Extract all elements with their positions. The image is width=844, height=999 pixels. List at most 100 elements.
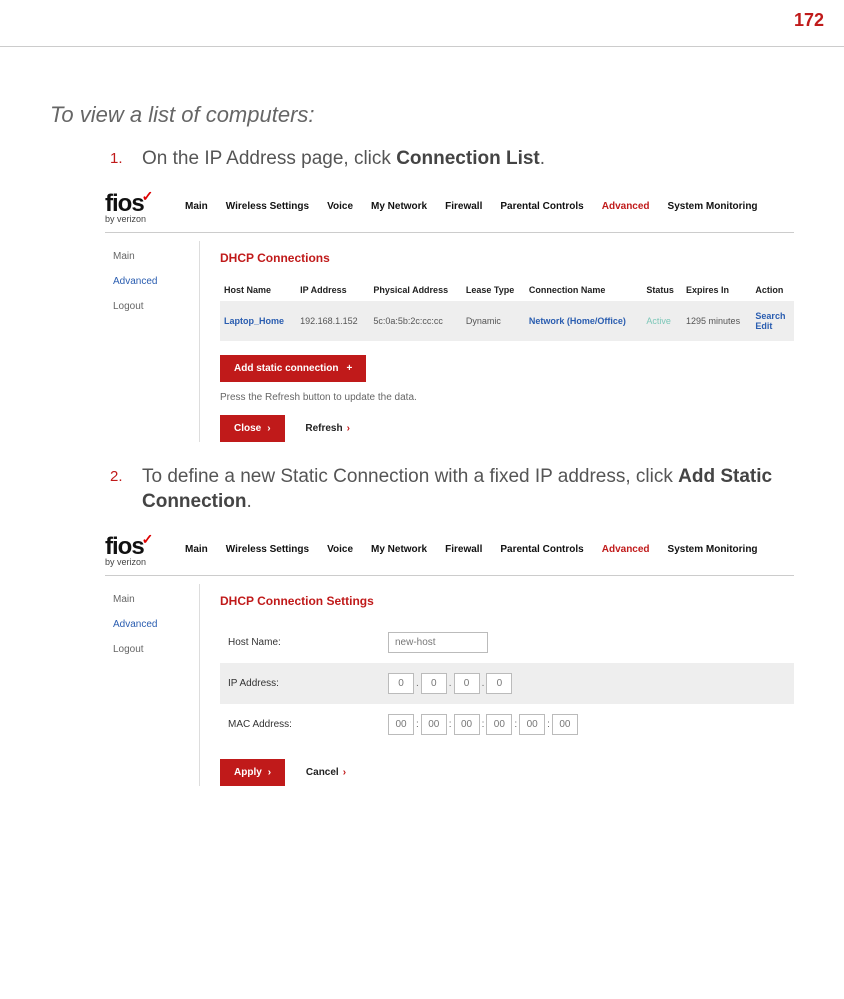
nav-firewall[interactable]: Firewall — [445, 201, 482, 212]
hostname-input[interactable] — [388, 632, 488, 653]
logo-word: fios — [105, 533, 144, 560]
hostname-label: Host Name: — [228, 637, 388, 648]
logo-byline: by verizon — [105, 214, 175, 224]
ip-octet-1[interactable] — [388, 673, 414, 694]
sidebar: Main Advanced Logout — [105, 584, 200, 786]
refresh-label: Refresh — [305, 423, 342, 434]
cell-lease: Dynamic — [462, 301, 525, 341]
nav-parental[interactable]: Parental Controls — [500, 544, 583, 555]
cell-hostname[interactable]: Laptop_Home — [224, 316, 284, 326]
nav-sysmon[interactable]: System Monitoring — [668, 201, 758, 212]
th-conn: Connection Name — [525, 279, 642, 301]
panel-title: DHCP Connections — [220, 251, 794, 265]
chevron-right-icon: › — [347, 423, 350, 434]
th-status: Status — [642, 279, 682, 301]
close-button[interactable]: Close › — [220, 415, 285, 442]
ip-octet-2[interactable] — [421, 673, 447, 694]
add-static-connection-button[interactable]: Add static connection + — [220, 355, 366, 382]
dot-sep: . — [416, 678, 419, 689]
table-row: Laptop_Home 192.168.1.152 5c:0a:5b:2c:cc… — [220, 301, 794, 341]
th-lease: Lease Type — [462, 279, 525, 301]
colon-sep: : — [547, 719, 550, 730]
divider — [0, 46, 844, 47]
section-title: To view a list of computers: — [50, 102, 794, 128]
cancel-button[interactable]: Cancel › — [306, 767, 346, 778]
dhcp-table: Host Name IP Address Physical Address Le… — [220, 279, 794, 341]
sidebar-item-advanced[interactable]: Advanced — [113, 276, 199, 287]
top-nav: Main Wireless Settings Voice My Network … — [185, 544, 794, 555]
sidebar-item-main[interactable]: Main — [113, 594, 199, 605]
fios-logo: fios✓ by verizon — [105, 533, 175, 567]
step-number: 1. — [110, 146, 124, 172]
cancel-label: Cancel — [306, 767, 339, 778]
cell-phys: 5c:0a:5b:2c:cc:cc — [369, 301, 461, 341]
plus-icon: + — [346, 363, 352, 374]
sidebar: Main Advanced Logout — [105, 241, 200, 442]
mac-octet-3[interactable] — [454, 714, 480, 735]
sidebar-item-main[interactable]: Main — [113, 251, 199, 262]
colon-sep: : — [482, 719, 485, 730]
step-text: On the IP Address page, click Connection… — [142, 146, 794, 172]
nav-sysmon[interactable]: System Monitoring — [668, 544, 758, 555]
cell-conn[interactable]: Network (Home/Office) — [529, 316, 626, 326]
ip-label: IP Address: — [228, 678, 388, 689]
sidebar-item-advanced[interactable]: Advanced — [113, 619, 199, 630]
mac-label: MAC Address: — [228, 719, 388, 730]
step-text-prefix: On the IP Address page, click — [142, 148, 396, 169]
step-number: 2. — [110, 464, 124, 515]
apply-label: Apply — [234, 767, 262, 778]
ip-octet-3[interactable] — [454, 673, 480, 694]
action-edit[interactable]: Edit — [755, 321, 772, 331]
form-row-mac: MAC Address: : : : : : — [220, 704, 794, 745]
th-physaddr: Physical Address — [369, 279, 461, 301]
logo-check-icon: ✓ — [142, 188, 154, 204]
nav-advanced[interactable]: Advanced — [602, 544, 650, 555]
nav-parental[interactable]: Parental Controls — [500, 201, 583, 212]
colon-sep: : — [514, 719, 517, 730]
nav-wireless[interactable]: Wireless Settings — [226, 201, 309, 212]
logo-word: fios — [105, 190, 144, 217]
nav-wireless[interactable]: Wireless Settings — [226, 544, 309, 555]
action-search[interactable]: Search — [755, 311, 785, 321]
dot-sep: . — [482, 678, 485, 689]
refresh-button[interactable]: Refresh › — [305, 423, 350, 434]
sidebar-item-logout[interactable]: Logout — [113, 301, 199, 312]
mac-octet-6[interactable] — [552, 714, 578, 735]
chevron-right-icon: › — [343, 767, 346, 778]
nav-voice[interactable]: Voice — [327, 544, 353, 555]
mac-octet-1[interactable] — [388, 714, 414, 735]
cell-expires: 1295 minutes — [682, 301, 751, 341]
apply-button[interactable]: Apply › — [220, 759, 285, 786]
step-text-suffix: . — [540, 148, 545, 169]
screenshot-dhcp-settings: fios✓ by verizon Main Wireless Settings … — [105, 529, 794, 786]
nav-mynetwork[interactable]: My Network — [371, 201, 427, 212]
nav-advanced[interactable]: Advanced — [602, 201, 650, 212]
colon-sep: : — [449, 719, 452, 730]
ip-octet-4[interactable] — [486, 673, 512, 694]
logo-byline: by verizon — [105, 557, 175, 567]
cell-status: Active — [646, 316, 671, 326]
th-action: Action — [751, 279, 794, 301]
nav-main[interactable]: Main — [185, 544, 208, 555]
step-1: 1. On the IP Address page, click Connect… — [110, 146, 794, 172]
chevron-right-icon: › — [267, 423, 270, 434]
nav-main[interactable]: Main — [185, 201, 208, 212]
sidebar-item-logout[interactable]: Logout — [113, 644, 199, 655]
step-2: 2. To define a new Static Connection wit… — [110, 464, 794, 515]
mac-octet-2[interactable] — [421, 714, 447, 735]
th-ip: IP Address — [296, 279, 369, 301]
form-row-hostname: Host Name: — [220, 622, 794, 663]
table-header-row: Host Name IP Address Physical Address Le… — [220, 279, 794, 301]
nav-voice[interactable]: Voice — [327, 201, 353, 212]
nav-firewall[interactable]: Firewall — [445, 544, 482, 555]
mac-octet-4[interactable] — [486, 714, 512, 735]
nav-mynetwork[interactable]: My Network — [371, 544, 427, 555]
th-hostname: Host Name — [220, 279, 296, 301]
logo-check-icon: ✓ — [142, 531, 154, 547]
dot-sep: . — [449, 678, 452, 689]
page-number: 172 — [0, 0, 844, 46]
th-expires: Expires In — [682, 279, 751, 301]
step-text: To define a new Static Connection with a… — [142, 464, 794, 515]
mac-octet-5[interactable] — [519, 714, 545, 735]
panel-title: DHCP Connection Settings — [220, 594, 794, 608]
